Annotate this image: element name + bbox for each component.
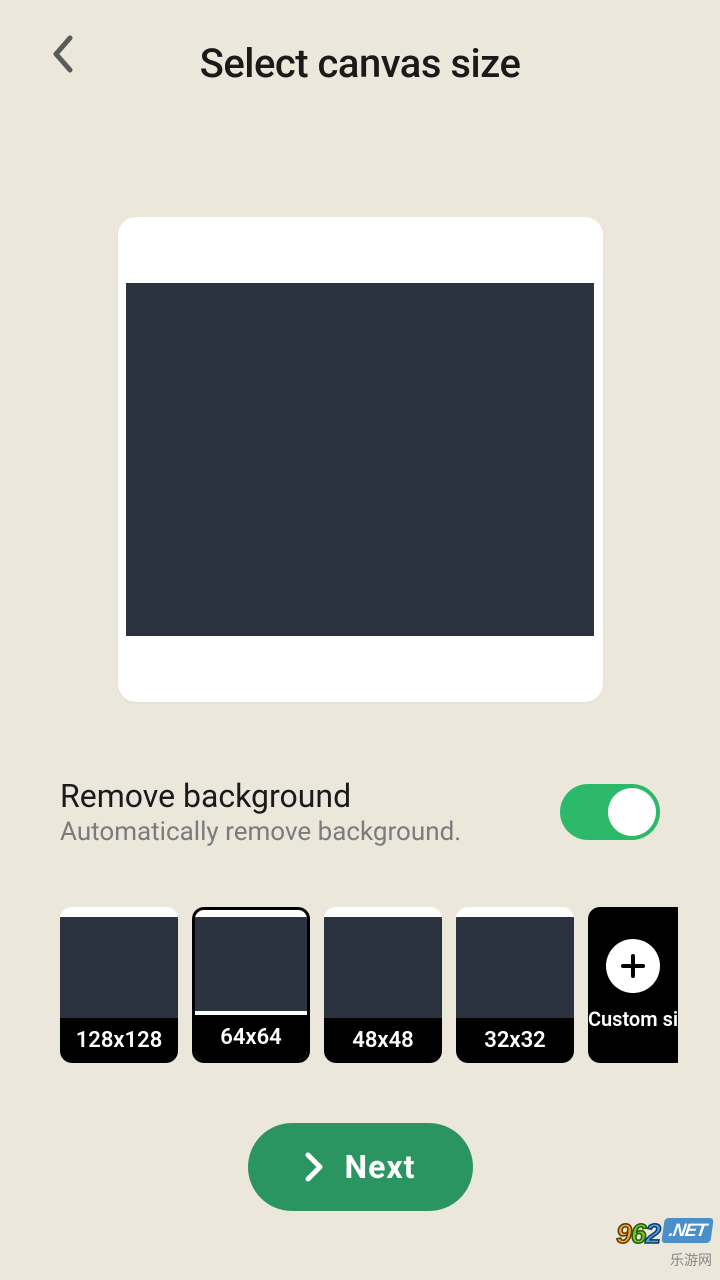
size-option-64x64[interactable]: 64x64 <box>192 907 310 1063</box>
chevron-right-icon <box>305 1152 323 1182</box>
watermark-sub: 乐游网 <box>620 1250 712 1270</box>
plus-icon <box>606 939 660 993</box>
size-option-48x48[interactable]: 48x48 <box>324 907 442 1063</box>
size-thumb <box>195 917 307 1011</box>
size-option-custom[interactable]: Custom si <box>588 907 678 1063</box>
watermark-digit: 2 <box>645 1218 660 1250</box>
size-option-32x32[interactable]: 32x32 <box>456 907 574 1063</box>
size-thumb <box>324 917 442 1018</box>
size-thumb <box>456 917 574 1018</box>
next-button-label: Next <box>345 1148 416 1186</box>
watermark-net: .NET <box>661 1218 714 1243</box>
size-option-128x128[interactable]: 128x128 <box>60 907 178 1063</box>
size-label: 48x48 <box>324 1018 442 1063</box>
size-label: 32x32 <box>456 1018 574 1063</box>
next-button[interactable]: Next <box>248 1123 473 1211</box>
size-label: 128x128 <box>60 1018 178 1063</box>
header: Select canvas size <box>0 0 720 107</box>
watermark-digit: 9 <box>616 1218 631 1250</box>
custom-size-label: Custom si <box>588 1007 678 1031</box>
canvas-preview <box>118 217 603 702</box>
remove-background-subtitle: Automatically remove background. <box>60 817 461 847</box>
remove-background-toggle[interactable] <box>560 784 660 840</box>
page-title: Select canvas size <box>30 40 690 87</box>
remove-background-row: Remove background Automatically remove b… <box>0 777 720 847</box>
size-thumb <box>60 917 178 1018</box>
back-button[interactable] <box>50 34 74 74</box>
watermark: 9 6 2 .NET 乐游网 <box>616 1218 712 1270</box>
chevron-left-icon <box>50 34 74 74</box>
remove-background-text: Remove background Automatically remove b… <box>60 777 461 847</box>
toggle-knob <box>608 788 656 836</box>
size-label: 64x64 <box>195 1015 307 1060</box>
size-options-row: 128x128 64x64 48x48 32x32 Custom si <box>0 907 720 1063</box>
canvas-preview-inner <box>126 283 594 636</box>
watermark-digit: 6 <box>631 1218 646 1250</box>
remove-background-title: Remove background <box>60 777 461 815</box>
